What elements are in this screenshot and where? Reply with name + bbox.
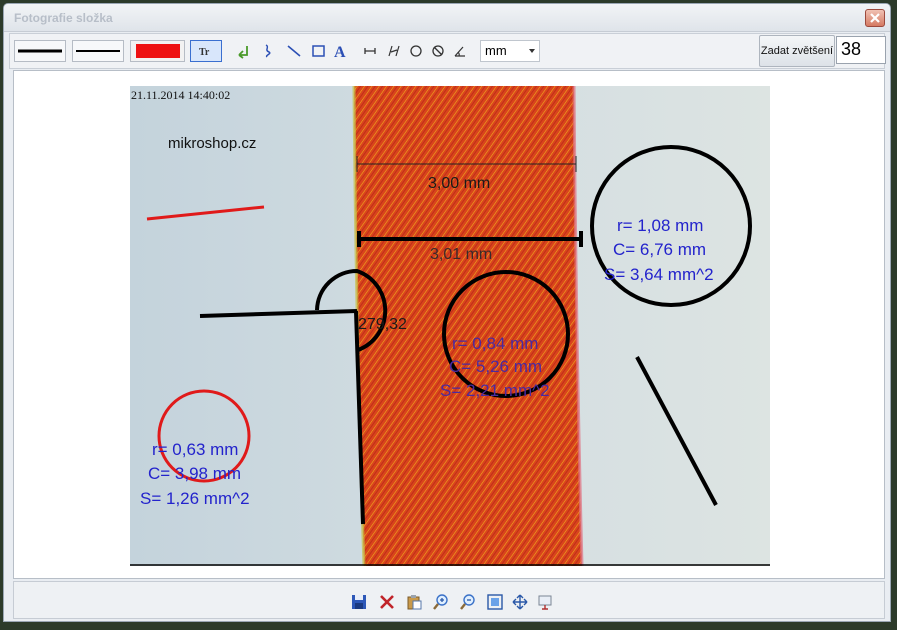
watermark-text: mikroshop.cz xyxy=(168,135,256,152)
photo-svg: 21.11.2014 14:40:02 mikroshop.cz 3,00 mm… xyxy=(130,86,770,566)
circle-large-r: r= 1,08 mm xyxy=(617,216,703,235)
freehand-icon xyxy=(265,44,271,58)
window-title: Fotografie složka xyxy=(14,11,113,25)
angle-label: 279,32 xyxy=(358,316,407,333)
canvas-area: 21.11.2014 14:40:02 mikroshop.cz 3,00 mm… xyxy=(13,70,885,579)
circle-mid-r: r= 0,84 mm xyxy=(452,334,538,353)
measure-parallel-tool[interactable] xyxy=(386,40,402,62)
color-sample[interactable] xyxy=(130,40,185,62)
fit-icon xyxy=(487,594,503,610)
line-thick-sample[interactable] xyxy=(14,40,66,62)
circle-large-s: S= 3,64 mm^2 xyxy=(604,265,714,284)
measure-label-2: 3,01 mm xyxy=(430,246,492,263)
circle-red-r: r= 0,63 mm xyxy=(152,440,238,459)
freehand-tool[interactable] xyxy=(260,40,276,62)
line-tool[interactable] xyxy=(284,40,304,62)
close-icon xyxy=(870,13,880,23)
paste-icon xyxy=(407,595,422,610)
paste-button[interactable] xyxy=(406,594,424,612)
circle-mid-c: C= 5,26 mm xyxy=(449,357,542,376)
circle-large-c: C= 6,76 mm xyxy=(613,240,706,259)
thick-line-icon xyxy=(18,49,62,53)
parallel-icon xyxy=(388,45,400,57)
save-button[interactable] xyxy=(351,594,369,612)
zoom-button[interactable]: Zadat zvětšení xyxy=(759,35,835,67)
measure-circle-diameter-tool[interactable] xyxy=(430,40,446,62)
zoom-out-icon xyxy=(460,594,475,610)
app-window: Fotografie složka Tr A mm Zadat zvětšení… xyxy=(3,3,891,622)
text-icon: A xyxy=(334,44,346,60)
line-icon xyxy=(287,45,301,57)
move-icon xyxy=(512,594,528,610)
save-icon xyxy=(352,595,366,609)
bottom-toolbar xyxy=(13,581,885,619)
text-tool[interactable]: A xyxy=(332,40,352,62)
text-style-tool[interactable]: Tr xyxy=(190,40,222,62)
delete-icon xyxy=(380,595,394,609)
circle-icon xyxy=(410,45,422,57)
export-button[interactable] xyxy=(537,594,555,612)
unit-select[interactable]: mm xyxy=(480,40,540,62)
circle-red-s: S= 1,26 mm^2 xyxy=(140,489,250,508)
red-color-swatch xyxy=(135,44,180,58)
close-button[interactable] xyxy=(865,9,885,27)
zoom-input[interactable]: 38 xyxy=(836,36,886,64)
circle-diameter-icon xyxy=(432,45,444,57)
photo[interactable]: 21.11.2014 14:40:02 mikroshop.cz 3,00 mm… xyxy=(130,86,770,566)
rectangle-icon xyxy=(312,45,325,57)
measure-angle-tool[interactable] xyxy=(452,40,468,62)
delete-button[interactable] xyxy=(379,594,397,612)
circle-red-c: C= 3,98 mm xyxy=(148,464,241,483)
measure-label-1: 3,00 mm xyxy=(428,175,490,192)
fit-button[interactable] xyxy=(487,594,505,612)
arrow-icon xyxy=(238,46,248,59)
zoom-in-icon xyxy=(433,594,448,610)
measure-circle-tool[interactable] xyxy=(408,40,424,62)
move-button[interactable] xyxy=(512,594,530,612)
svg-text:A: A xyxy=(334,44,346,60)
rectangle-tool[interactable] xyxy=(310,40,328,62)
measure-length-tool[interactable] xyxy=(362,40,378,62)
svg-text:Tr: Tr xyxy=(199,47,210,57)
timestamp-text: 21.11.2014 14:40:02 xyxy=(131,88,230,102)
toolbar: Tr A mm Zadat zvětšení 38 xyxy=(9,33,886,69)
angle-icon xyxy=(454,46,465,57)
thin-line-icon xyxy=(76,50,120,52)
line-thin-sample[interactable] xyxy=(72,40,124,62)
titlebar: Fotografie složka xyxy=(4,4,890,32)
text-style-icon: Tr xyxy=(199,47,210,57)
circle-mid-s: S= 2,21 mm^2 xyxy=(440,381,550,400)
length-icon xyxy=(364,48,376,54)
zoom-in-button[interactable] xyxy=(433,594,451,612)
chevron-down-icon xyxy=(529,49,535,53)
arrow-tool[interactable] xyxy=(234,40,252,62)
zoom-out-button[interactable] xyxy=(460,594,478,612)
unit-value: mm xyxy=(485,43,507,58)
export-icon xyxy=(538,595,552,610)
